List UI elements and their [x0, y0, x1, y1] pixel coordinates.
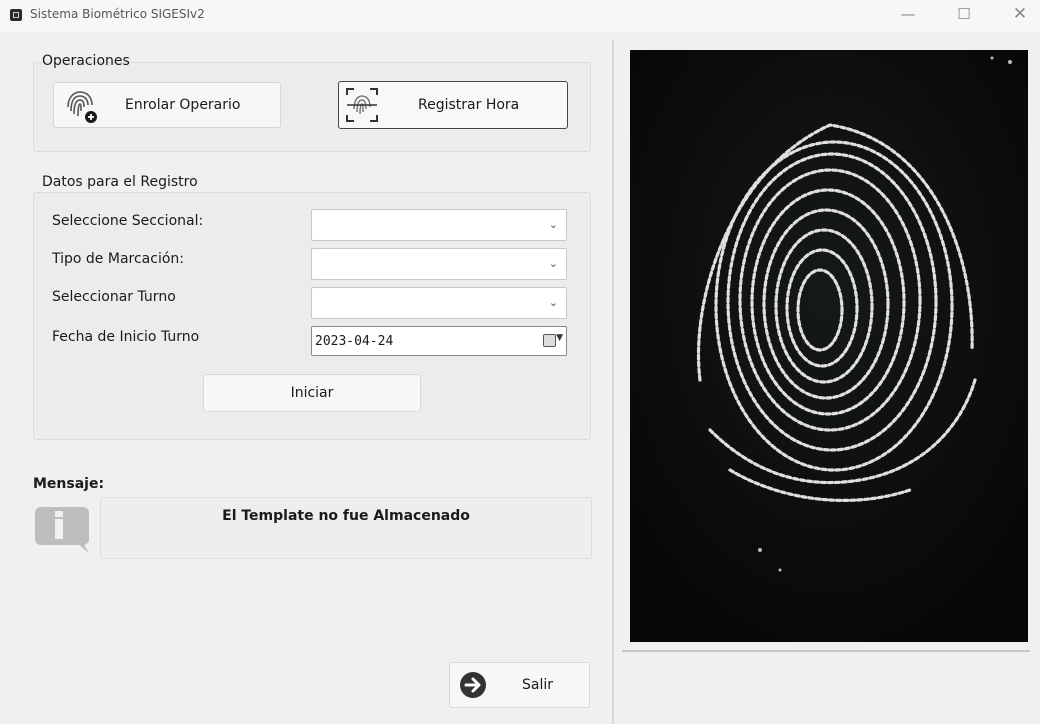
- start-button[interactable]: Iniciar: [203, 374, 421, 412]
- message-box: El Template no fue Almacenado: [100, 497, 592, 559]
- title-bar: Sistema Biométrico SIGESIv2 — ☐ ✕: [0, 0, 1040, 32]
- calendar-icon[interactable]: [543, 334, 556, 347]
- chevron-down-icon: ⌄: [548, 257, 558, 270]
- chevron-down-icon: ⌄: [548, 218, 558, 231]
- seccional-select[interactable]: ⌄: [311, 209, 567, 241]
- fingerprint-graphic: [630, 50, 1028, 642]
- fingerprint-add-icon: [67, 91, 97, 123]
- message-title: Mensaje:: [33, 476, 105, 492]
- turno-label: Seleccionar Turno: [52, 289, 176, 305]
- start-date-value: 2023-04-24: [315, 334, 394, 349]
- operations-title: Operaciones: [42, 53, 130, 69]
- info-icon: [35, 507, 89, 553]
- message-text: El Template no fue Almacenado: [222, 508, 470, 524]
- app-icon: [10, 9, 22, 21]
- caret-down-icon[interactable]: ▼: [556, 333, 563, 343]
- registration-title: Datos para el Registro: [42, 174, 198, 190]
- maximize-button[interactable]: ☐: [944, 4, 984, 26]
- register-time-label: Registrar Hora: [418, 97, 520, 113]
- exit-button[interactable]: Salir: [449, 662, 590, 708]
- image-frame-bottom: [622, 650, 1030, 652]
- register-time-button[interactable]: Registrar Hora: [338, 81, 568, 129]
- start-date-label: Fecha de Inicio Turno: [52, 329, 200, 345]
- start-date-picker[interactable]: 2023-04-24 ▼: [311, 326, 567, 356]
- vertical-separator: [612, 40, 614, 724]
- close-button[interactable]: ✕: [1000, 4, 1040, 26]
- enroll-operator-label: Enrolar Operario: [125, 97, 241, 113]
- fingerprint-image: [630, 50, 1028, 642]
- window-title: Sistema Biométrico SIGESIv2: [30, 7, 205, 21]
- exit-label: Salir: [522, 677, 554, 693]
- enroll-operator-button[interactable]: Enrolar Operario: [53, 82, 281, 128]
- seccional-label: Seleccione Seccional:: [52, 213, 204, 229]
- turno-select[interactable]: ⌄: [311, 287, 567, 319]
- chevron-down-icon: ⌄: [548, 296, 558, 309]
- exit-arrow-icon: [460, 672, 486, 698]
- marcacion-label: Tipo de Marcación:: [52, 251, 184, 267]
- marcacion-select[interactable]: ⌄: [311, 248, 567, 280]
- fingerprint-scan-icon: [346, 88, 378, 122]
- minimize-button[interactable]: —: [888, 4, 928, 26]
- start-button-label: Iniciar: [290, 385, 334, 401]
